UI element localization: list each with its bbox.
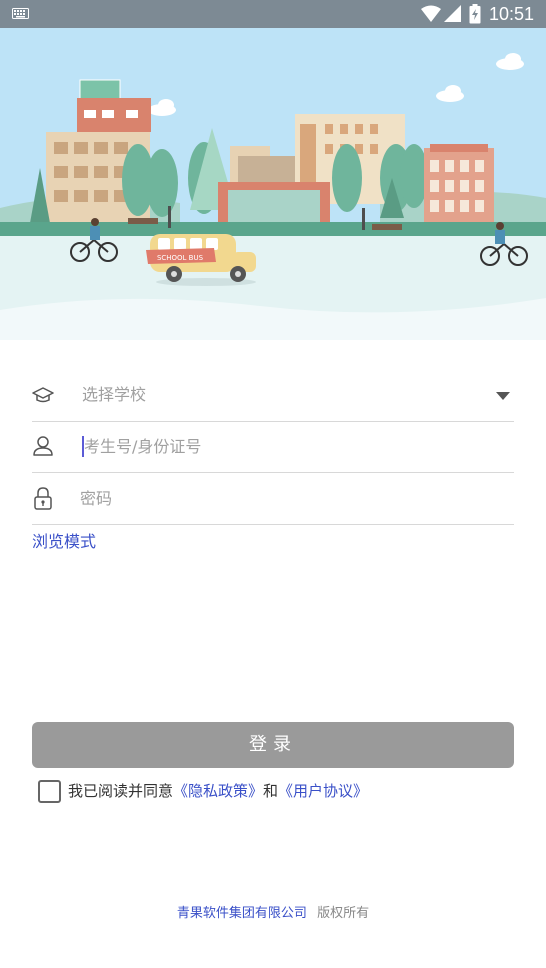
agreement-text: 我已阅读并同意《隐私政策》和《用户协议》 (68, 779, 368, 803)
privacy-policy-link[interactable]: 《隐私政策》 (173, 782, 263, 800)
banner-illustration: SCHOOL BUS (0, 28, 546, 340)
battery-charging-icon (469, 4, 481, 24)
footer: 青果软件集团有限公司 版权所有 (0, 904, 546, 924)
user-agreement-link[interactable]: 《用户协议》 (278, 782, 368, 800)
lock-icon (34, 487, 52, 510)
agreement-prefix: 我已阅读并同意 (68, 782, 174, 800)
school-select[interactable]: 选择学校 (32, 370, 514, 422)
password-field[interactable] (32, 473, 514, 525)
wifi-icon (421, 5, 441, 22)
school-gate (218, 182, 330, 226)
signal-icon (444, 5, 461, 22)
status-bar: 10:51 (0, 0, 546, 28)
bus-label: SCHOOL BUS (157, 254, 204, 262)
agreement-checkbox[interactable] (38, 780, 61, 803)
account-input[interactable] (84, 431, 504, 461)
browse-mode-link[interactable]: 浏览模式 (32, 531, 96, 553)
agreement-and: 和 (263, 782, 279, 800)
dropdown-arrow-icon[interactable] (496, 392, 510, 401)
login-button[interactable]: 登录 (32, 722, 514, 768)
password-input[interactable] (80, 483, 500, 513)
campus-scene-illustration: SCHOOL BUS (0, 28, 546, 340)
account-field[interactable] (32, 421, 514, 473)
status-time: 10:51 (489, 4, 535, 24)
school-building-right (424, 144, 494, 234)
user-icon (33, 436, 53, 456)
keyboard-icon (12, 8, 29, 19)
school-select-placeholder: 选择学校 (82, 385, 147, 404)
graduation-cap-icon (32, 387, 54, 403)
copyright-text: 版权所有 (317, 906, 370, 921)
company-link[interactable]: 青果软件集团有限公司 (177, 906, 307, 921)
